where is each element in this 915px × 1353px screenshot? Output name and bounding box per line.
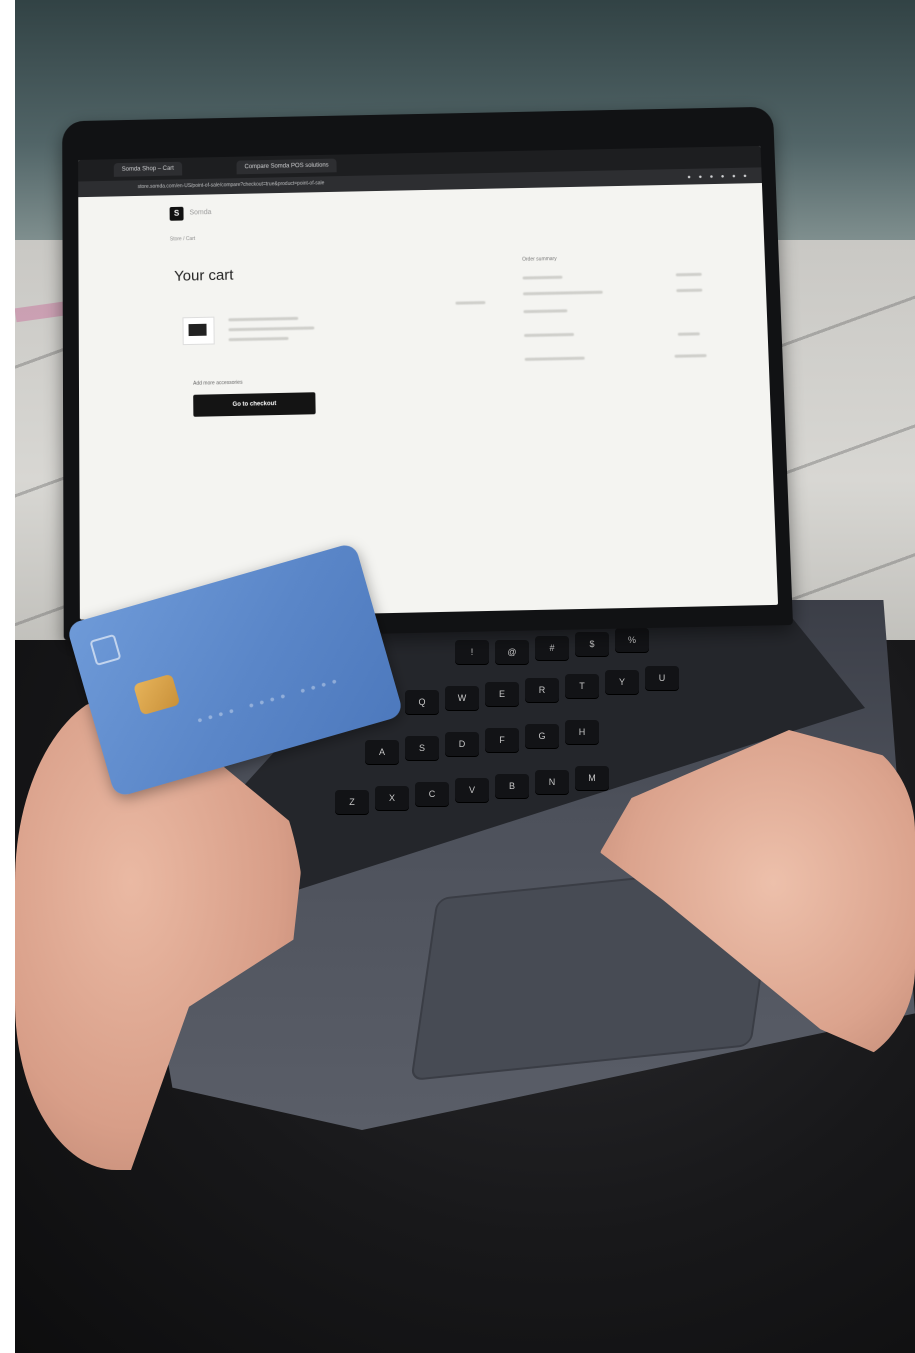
card-logo-icon	[89, 633, 122, 667]
site-logo-icon[interactable]: S	[169, 206, 184, 221]
key: #	[535, 636, 569, 660]
product-name	[228, 316, 299, 322]
summary-total	[524, 356, 585, 361]
summary-value	[677, 332, 700, 336]
key: S	[405, 736, 439, 760]
summary-line	[522, 275, 563, 280]
toolbar-icons: ● ● ● ● ● ●	[687, 173, 750, 181]
site-name: Somda	[189, 209, 212, 217]
page-title: Your cart	[174, 266, 234, 285]
key: Y	[605, 670, 639, 694]
summary-line	[523, 309, 568, 314]
key: X	[375, 786, 409, 810]
product-detail	[228, 336, 289, 342]
key: Z	[335, 790, 369, 814]
laptop-screen: Somda Shop – Cart Compare Somda POS solu…	[78, 145, 779, 620]
key: $	[575, 632, 609, 656]
key: F	[485, 728, 519, 752]
product-price	[455, 301, 486, 305]
key: U	[645, 666, 679, 690]
key: E	[485, 682, 519, 706]
photo: ! @ # $ % Q W E R T Y U A S D F G H Z X …	[15, 0, 915, 1353]
key: @	[495, 640, 529, 664]
summary-value	[676, 288, 703, 293]
key: D	[445, 732, 479, 756]
key: %	[615, 628, 649, 652]
order-summary-title: Order summary	[522, 256, 557, 263]
browser-tab[interactable]: Somda Shop – Cart	[113, 161, 182, 177]
browser-tab[interactable]: Compare Somda POS solutions	[236, 158, 337, 175]
breadcrumb[interactable]: Store / Cart	[170, 236, 195, 242]
summary-line	[522, 290, 603, 296]
key: B	[495, 774, 529, 798]
card-chip	[133, 673, 181, 716]
key: R	[525, 678, 559, 702]
add-accessories-link[interactable]: Add more accessories	[193, 380, 243, 387]
card-number-embossing: •••• •••• ••••	[195, 671, 345, 728]
checkout-button[interactable]: Go to checkout	[193, 392, 316, 417]
key: T	[565, 674, 599, 698]
key: M	[575, 766, 609, 790]
key: A	[365, 740, 399, 764]
product-detail	[228, 326, 315, 332]
summary-value	[675, 272, 702, 277]
key: !	[455, 640, 489, 664]
summary-line	[524, 332, 575, 338]
key: G	[525, 724, 559, 748]
key: C	[415, 782, 449, 806]
key: N	[535, 770, 569, 794]
laptop-lid: Somda Shop – Cart Compare Somda POS solu…	[62, 106, 794, 641]
key: Q	[405, 690, 439, 714]
key: H	[565, 720, 599, 744]
summary-total-value	[674, 354, 707, 358]
product-thumbnail	[182, 316, 215, 346]
url-text: store.somda.com/en-US/point-of-sale/comp…	[137, 180, 325, 191]
key: V	[455, 778, 489, 802]
key: W	[445, 686, 479, 710]
